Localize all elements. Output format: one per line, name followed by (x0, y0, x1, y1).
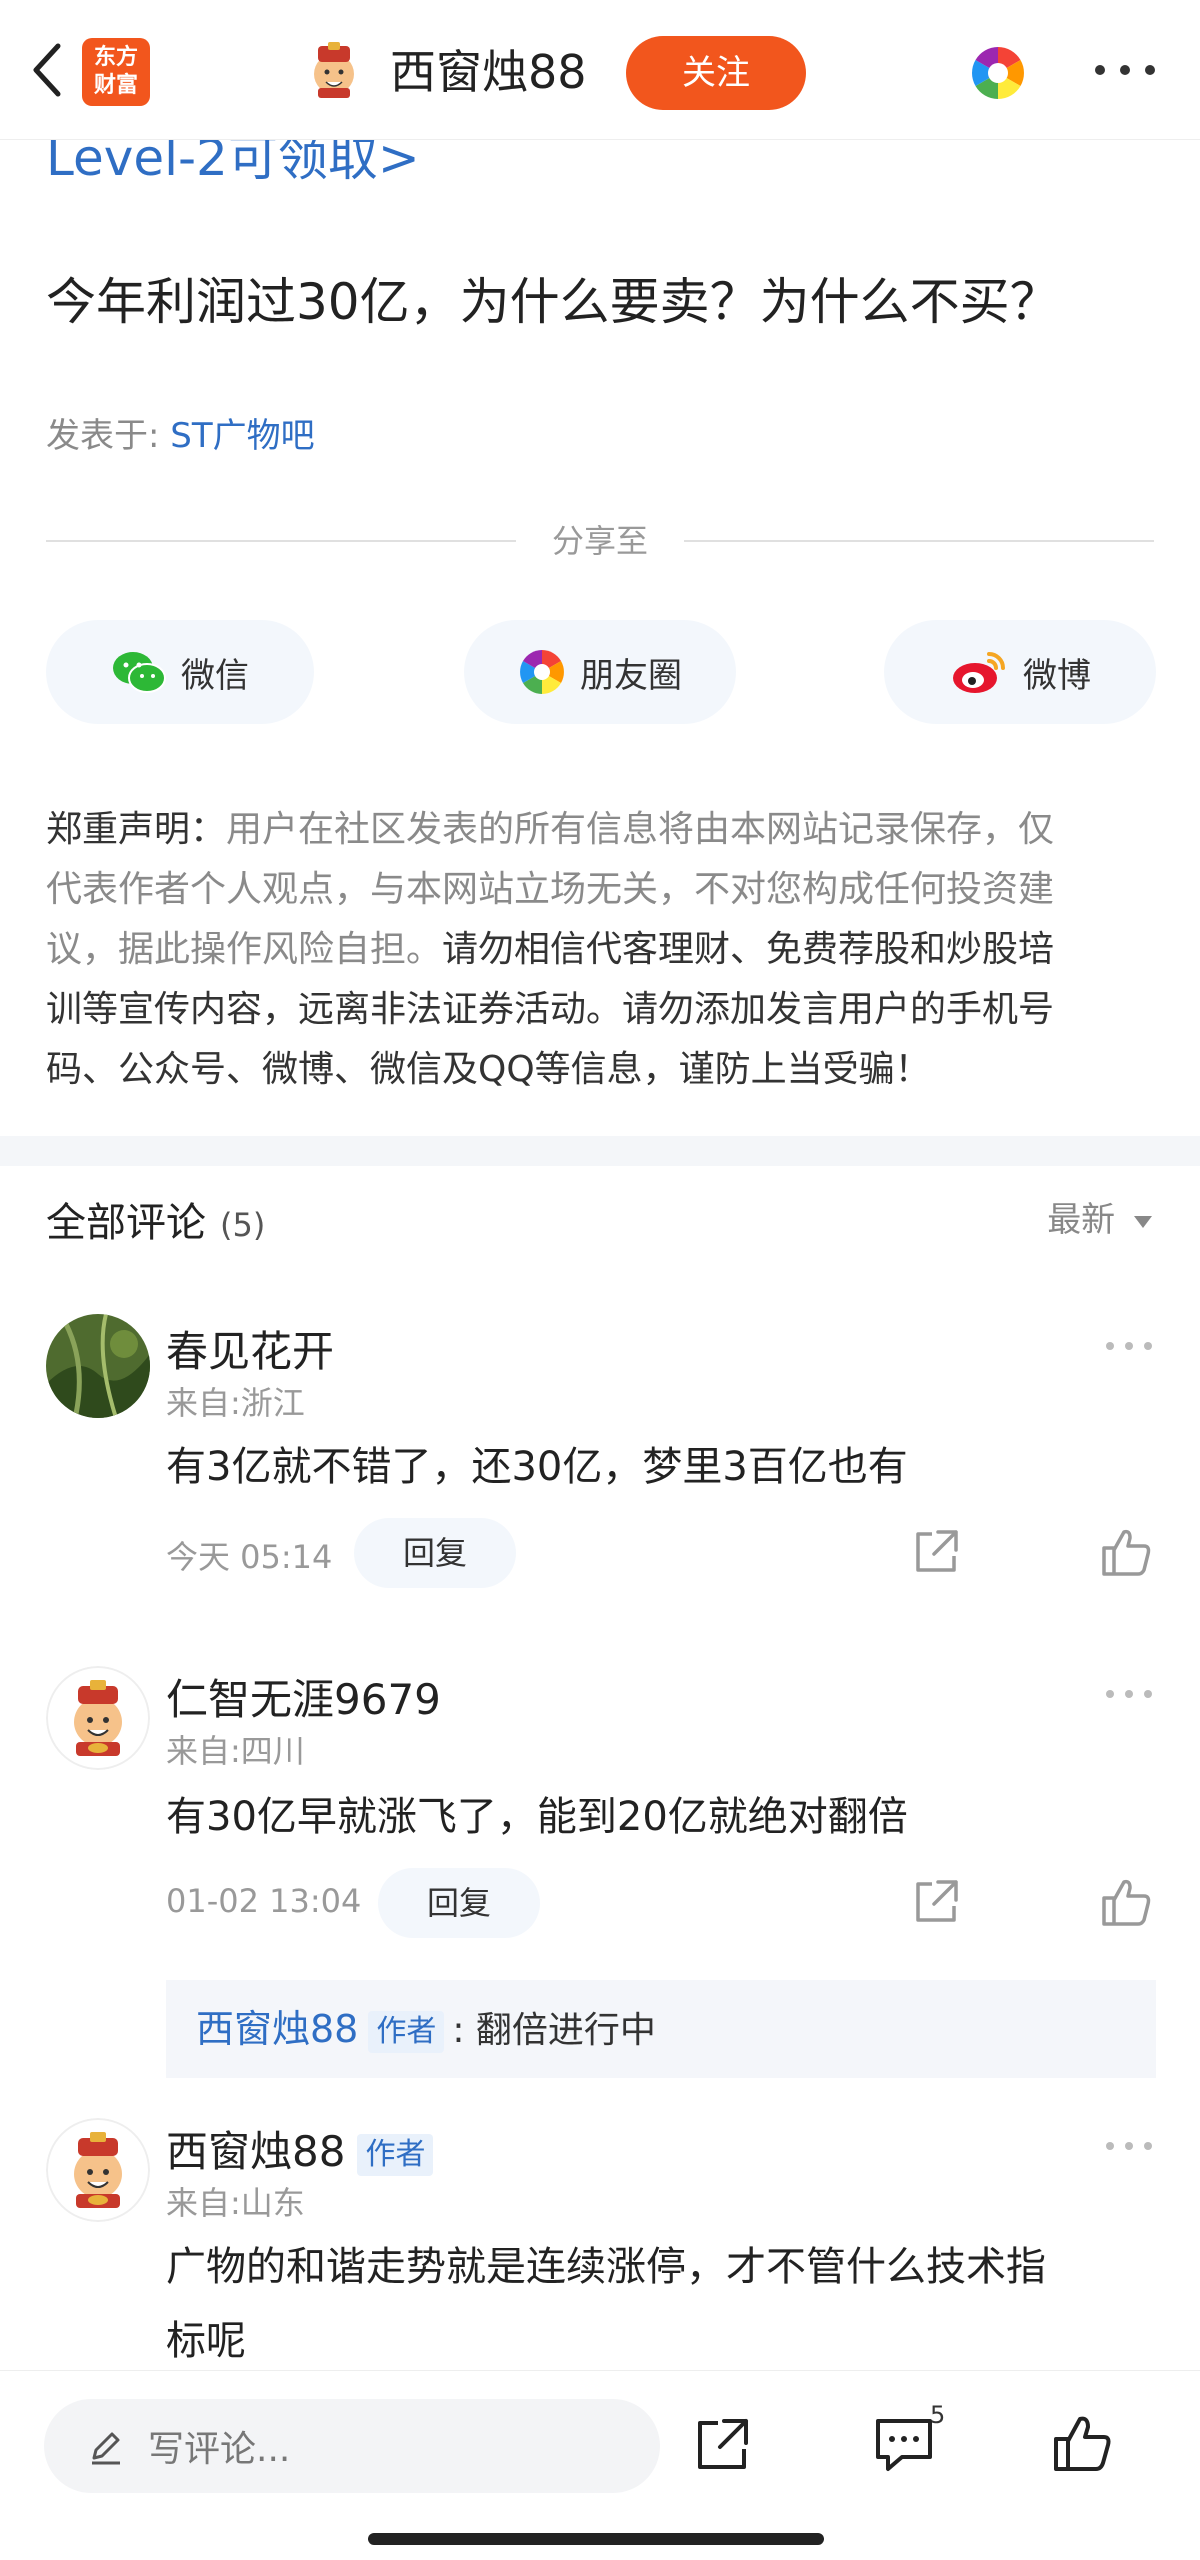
comment-time: 01-02 13:04 (166, 1882, 362, 1920)
share-weibo-button[interactable]: 微博 (884, 620, 1156, 724)
sort-label: 最新 (1047, 1200, 1116, 1240)
posted-in: 发表于: ST广物吧 (46, 408, 315, 457)
comment-more-icon[interactable] (1104, 1336, 1154, 1356)
divider-right (684, 540, 1154, 542)
thumbs-up-icon[interactable] (1098, 1524, 1154, 1580)
logo-text-top: 东方 (93, 45, 138, 70)
disclaimer-text-1: 用户在社区发表的所有信息将由本网站记录保存，仅 (226, 809, 1055, 850)
avatar[interactable] (46, 2118, 150, 2222)
avatar[interactable] (46, 1314, 150, 1418)
bottom-action-bar: 写评论... 5 (0, 2370, 1200, 2560)
home-indicator (368, 2533, 824, 2545)
section-divider (0, 1136, 1200, 1166)
share-icon[interactable] (910, 1876, 962, 1928)
comments-count: (5) (220, 1206, 266, 1244)
post-title: 今年利润过30亿，为什么要卖？为什么不买？ (46, 273, 1060, 331)
caret-down-icon (1134, 1215, 1152, 1228)
disclaimer-label: 郑重声明： (46, 809, 227, 850)
sort-dropdown[interactable]: 最新 (1047, 1192, 1154, 1241)
comment-author[interactable]: 西窗烛88 (166, 2127, 345, 2176)
sub-reply-author[interactable]: 西窗烛88 (196, 2007, 358, 2051)
share-icon[interactable] (692, 2415, 752, 2475)
disclaimer: 郑重声明：用户在社区发表的所有信息将由本网站记录保存，仅 代表作者个人观点，与本… (46, 800, 1156, 1100)
share-moments-label: 朋友圈 (580, 655, 682, 696)
reply-button[interactable]: 回复 (378, 1868, 540, 1938)
thumbs-up-icon[interactable] (1098, 1874, 1154, 1930)
comment-author[interactable]: 春见花开 (166, 1318, 334, 1379)
comments-title: 全部评论 (46, 1200, 206, 1246)
sub-reply[interactable]: 西窗烛88 作者: 翻倍进行中 (166, 1980, 1156, 2078)
comment-location: 来自:浙江 (166, 1384, 305, 1422)
share-weibo-label: 微博 (1023, 655, 1091, 696)
comment-location: 来自:山东 (166, 2184, 305, 2222)
author-avatar-icon[interactable] (304, 40, 364, 100)
avatar[interactable] (46, 1666, 150, 1770)
comment-text: 广物的和谐走势就是连续涨停，才不管什么技术指 标呢 (166, 2230, 1166, 2378)
sub-reply-text: : 翻倍进行中 (452, 2010, 656, 2051)
comment-text-line-2: 标呢 (166, 2318, 246, 2364)
comment-more-icon[interactable] (1104, 1684, 1154, 1704)
disclaimer-text-3b: 请勿相信代客理财、免费荐股和炒股培 (442, 929, 1055, 970)
share-label: 分享至 (551, 522, 648, 560)
comment-time: 今天 05:14 (166, 1538, 333, 1576)
app-logo[interactable]: 东方 财富 (82, 38, 150, 106)
comment-text: 有3亿就不错了，还30亿，梦里3百亿也有 (166, 1444, 908, 1490)
comment-input[interactable]: 写评论... (44, 2399, 660, 2493)
weibo-icon (953, 652, 1005, 693)
posted-prefix: 发表于: (46, 416, 171, 456)
author-tag: 作者 (368, 2011, 445, 2053)
comment-icon[interactable] (872, 2415, 936, 2475)
comment-text: 有30亿早就涨飞了，能到20亿就绝对翻倍 (166, 1794, 908, 1840)
moments-icon (520, 650, 564, 694)
disclaimer-text-3a: 议，据此操作风险自担。 (46, 929, 443, 970)
disclaimer-text-2: 代表作者个人观点，与本网站立场无关，不对您构成任何投资建 (46, 869, 1055, 910)
comment-text-line-1: 广物的和谐走势就是连续涨停，才不管什么技术指 (166, 2244, 1046, 2290)
disclaimer-text-4: 训等宣传内容，远离非法证券活动。请勿添加发言用户的手机号 (46, 989, 1055, 1030)
disclaimer-text-5: 码、公众号、微博、微信及QQ等信息，谨防上当受骗！ (46, 1049, 931, 1090)
comment-more-icon[interactable] (1104, 2136, 1154, 2156)
share-icon[interactable] (910, 1526, 962, 1578)
follow-button[interactable]: 关注 (626, 36, 806, 110)
top-nav-bar: 东方 财富 西窗烛88 关注 (0, 0, 1200, 140)
reply-button[interactable]: 回复 (354, 1518, 516, 1588)
comment-count-badge: 5 (930, 2401, 946, 2429)
share-wechat-label: 微信 (181, 655, 249, 696)
forum-link[interactable]: ST广物吧 (170, 416, 314, 456)
author-name[interactable]: 西窗烛88 (390, 42, 587, 102)
wechat-icon (113, 652, 166, 693)
share-moments-button[interactable]: 朋友圈 (464, 620, 736, 724)
comment-location: 来自:四川 (166, 1732, 305, 1770)
comment-placeholder: 写评论... (148, 2429, 291, 2470)
share-wechat-button[interactable]: 微信 (46, 620, 314, 724)
pencil-icon (92, 2432, 120, 2465)
author-tag: 作者 (357, 2133, 434, 2176)
back-arrow-icon[interactable] (24, 40, 74, 100)
color-wheel-icon[interactable] (970, 45, 1026, 101)
comments-header: 全部评论 (5) (46, 1190, 265, 1248)
thumbs-up-icon[interactable] (1050, 2411, 1114, 2475)
comment-author[interactable]: 仁智无涯9679 (166, 1666, 441, 1727)
logo-text-bottom: 财富 (93, 73, 138, 98)
more-options-icon[interactable] (1090, 50, 1160, 90)
comment-author-row: 西窗烛88 作者 (166, 2118, 434, 2179)
